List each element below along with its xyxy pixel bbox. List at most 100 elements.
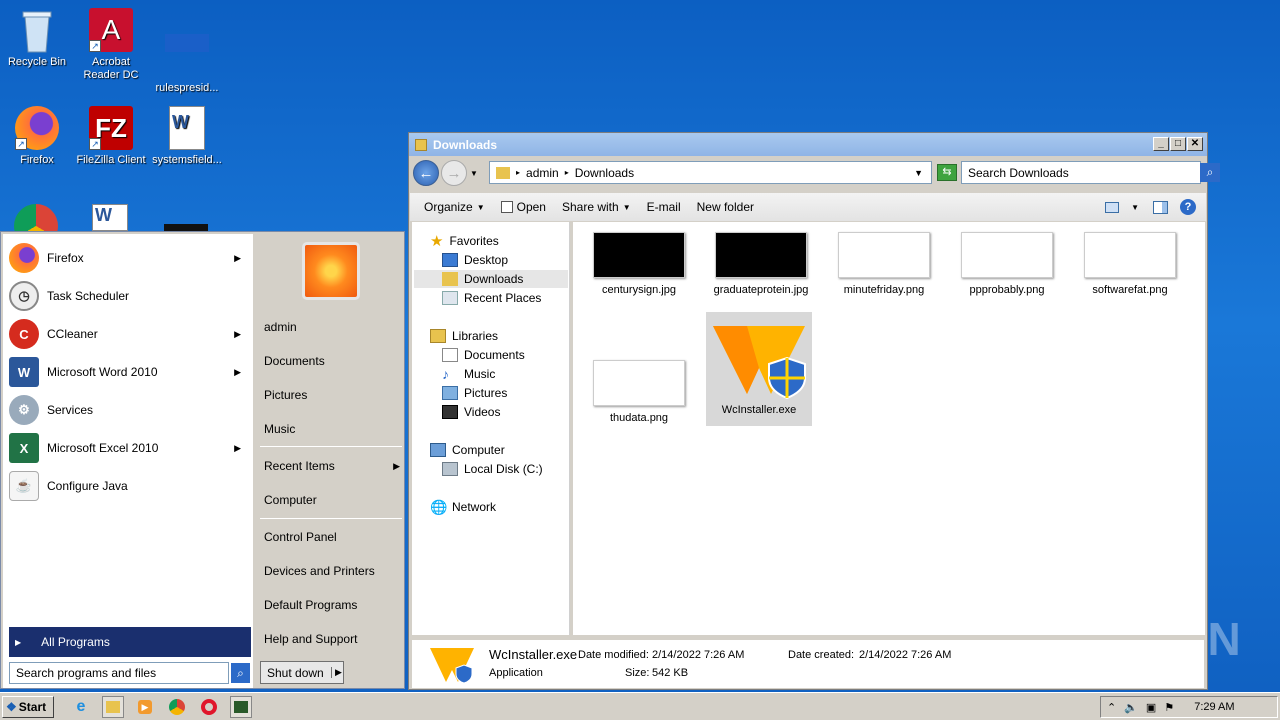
downloads-folder-icon (442, 272, 458, 286)
file-name: softwarefat.png (1092, 284, 1168, 296)
view-dropdown-icon[interactable]: ▼ (1131, 203, 1139, 212)
file-item[interactable]: minutefriday.png (834, 232, 934, 297)
start-place-control-panel[interactable]: Control Panel (264, 527, 400, 547)
file-item-selected[interactable]: WcInstaller.exe (706, 312, 812, 426)
nav-documents[interactable]: Documents (442, 346, 525, 364)
start-place-recent-items[interactable]: Recent Items ▶ (264, 456, 400, 476)
nav-pictures[interactable]: Pictures (442, 384, 507, 402)
share-with-button[interactable]: Share with ▼ (554, 200, 639, 214)
desktop-icon-acrobat[interactable]: A ↗ Acrobat Reader DC (74, 8, 148, 82)
desktop-icon-firefox[interactable]: ↗ Firefox (0, 106, 74, 167)
open-icon (500, 201, 513, 213)
address-bar[interactable]: ▸ admin ▸ Downloads ▼ (489, 161, 932, 184)
new-folder-button[interactable]: New folder (689, 200, 762, 214)
opera-icon[interactable] (198, 696, 220, 718)
start-place-help-support[interactable]: Help and Support (264, 629, 400, 649)
maximize-button[interactable]: □ (1170, 137, 1186, 151)
organize-button[interactable]: Organize ▼ (416, 200, 493, 214)
nav-favorites[interactable]: ★ Favorites (430, 232, 499, 250)
title-bar[interactable]: Downloads _ □ ✕ (409, 133, 1207, 156)
start-item-configure-java[interactable]: ☕ Configure Java (9, 470, 249, 502)
start-item-word[interactable]: W Microsoft Word 2010 ▶ (9, 356, 249, 388)
help-icon[interactable]: ? (1180, 199, 1196, 215)
start-place-pictures[interactable]: Pictures (264, 385, 400, 405)
start-place-documents[interactable]: Documents (264, 351, 400, 371)
chrome-icon (14, 204, 58, 231)
nav-videos[interactable]: Videos (442, 403, 500, 421)
nav-downloads[interactable]: Downloads (414, 270, 568, 288)
volume-icon[interactable]: 🔈 (1124, 701, 1138, 714)
start-item-task-scheduler[interactable]: ◷ Task Scheduler (9, 280, 249, 312)
nav-network[interactable]: 🌐 Network (430, 498, 496, 516)
nav-recent-places[interactable]: Recent Places (442, 289, 541, 307)
shutdown-button[interactable]: Shut down ▶ (260, 661, 344, 684)
media-player-icon[interactable]: ▶ (134, 696, 156, 718)
action-center-icon[interactable]: ⚑ (1164, 701, 1174, 714)
terminal-icon[interactable] (230, 695, 252, 718)
desktop-icon-systemsfield[interactable]: W systemsfield... (150, 106, 224, 167)
file-item[interactable]: centurysign.jpg (589, 232, 689, 297)
start-place-devices-printers[interactable]: Devices and Printers (264, 561, 400, 581)
search-icon[interactable]: ⌕ (231, 663, 250, 683)
start-item-services[interactable]: ⚙ Services (9, 394, 249, 426)
history-dropdown-icon[interactable]: ▼ (470, 169, 478, 178)
preview-pane-icon[interactable] (1153, 200, 1168, 214)
start-item-excel[interactable]: X Microsoft Excel 2010 ▶ (9, 432, 249, 464)
start-item-firefox[interactable]: Firefox ▶ (9, 242, 249, 274)
start-search-input[interactable]: Search programs and files (9, 662, 229, 684)
desktop-icon-recycle-bin[interactable]: Recycle Bin (0, 8, 74, 69)
search-input[interactable]: Search Downloads ⌕ (961, 161, 1220, 184)
start-place-admin[interactable]: admin (264, 317, 400, 337)
navigation-pane: ★ Favorites Desktop Downloads Recent Plac… (412, 222, 570, 635)
nav-libraries[interactable]: Libraries (430, 327, 498, 345)
breadcrumb-admin[interactable]: admin (526, 166, 559, 180)
search-placeholder: Search Downloads (968, 165, 1069, 180)
file-item[interactable]: softwarefat.png (1080, 232, 1180, 297)
breadcrumb-downloads[interactable]: Downloads (575, 166, 634, 180)
chrome-icon[interactable] (166, 696, 188, 718)
file-item[interactable]: thudata.png (589, 360, 689, 425)
separator (260, 518, 402, 519)
all-programs-button[interactable]: ▶ All Programs (9, 627, 251, 657)
clock-icon: ◷ (9, 281, 39, 311)
window-title: Downloads (433, 137, 498, 152)
nav-computer[interactable]: Computer (430, 441, 505, 459)
file-list: centurysign.jpg graduateprotein.jpg minu… (573, 222, 1205, 635)
start-place-music[interactable]: Music (264, 419, 400, 439)
file-explorer-icon[interactable] (102, 695, 124, 718)
start-place-computer[interactable]: Computer (264, 490, 400, 510)
user-avatar[interactable] (302, 242, 360, 300)
start-place-default-programs[interactable]: Default Programs (264, 595, 400, 615)
explorer-window[interactable]: Downloads _ □ ✕ ← → ▼ ▸ admin ▸ Download… (408, 132, 1220, 690)
nav-desktop[interactable]: Desktop (442, 251, 508, 269)
back-button[interactable]: ← (413, 160, 439, 186)
nav-local-disk[interactable]: Local Disk (C:) (442, 460, 543, 478)
forward-button[interactable]: → (441, 160, 467, 186)
view-options-icon[interactable] (1105, 201, 1120, 213)
email-button[interactable]: E-mail (639, 200, 689, 214)
desktop-icon-rulespresid[interactable]: rulespresid... (150, 8, 224, 95)
internet-explorer-icon[interactable]: e (70, 696, 92, 718)
folder-icon (415, 138, 427, 151)
search-icon[interactable]: ⌕ (1200, 163, 1220, 182)
close-button[interactable]: ✕ (1187, 137, 1203, 151)
clock[interactable]: 7:29 AM (1194, 701, 1234, 713)
nav-music[interactable]: ♪ Music (442, 365, 495, 383)
word-document-icon: W (92, 204, 128, 231)
file-name: ppprobably.png (969, 284, 1045, 296)
minimize-button[interactable]: _ (1153, 137, 1169, 151)
address-dropdown-icon[interactable]: ▼ (914, 168, 923, 178)
show-hidden-icons-icon[interactable]: ⌃ (1107, 701, 1116, 714)
date-created-value: 2/14/2022 7:26 AM (859, 649, 952, 661)
shutdown-options-icon[interactable]: ▶ (331, 667, 342, 678)
desktop-icon-filezilla[interactable]: FZ ↗ FileZilla Client (74, 106, 148, 167)
start-button[interactable]: ❖ Start (2, 695, 54, 718)
refresh-button[interactable]: ⇆ (937, 164, 957, 181)
file-item[interactable]: ppprobably.png (957, 232, 1057, 297)
open-button[interactable]: Open (493, 200, 554, 214)
start-item-ccleaner[interactable]: C CCleaner ▶ (9, 318, 249, 350)
file-icon (165, 34, 209, 78)
acrobat-icon: A ↗ (89, 8, 133, 52)
network-icon[interactable]: ▣ (1146, 701, 1156, 714)
file-item[interactable]: graduateprotein.jpg (711, 232, 811, 297)
